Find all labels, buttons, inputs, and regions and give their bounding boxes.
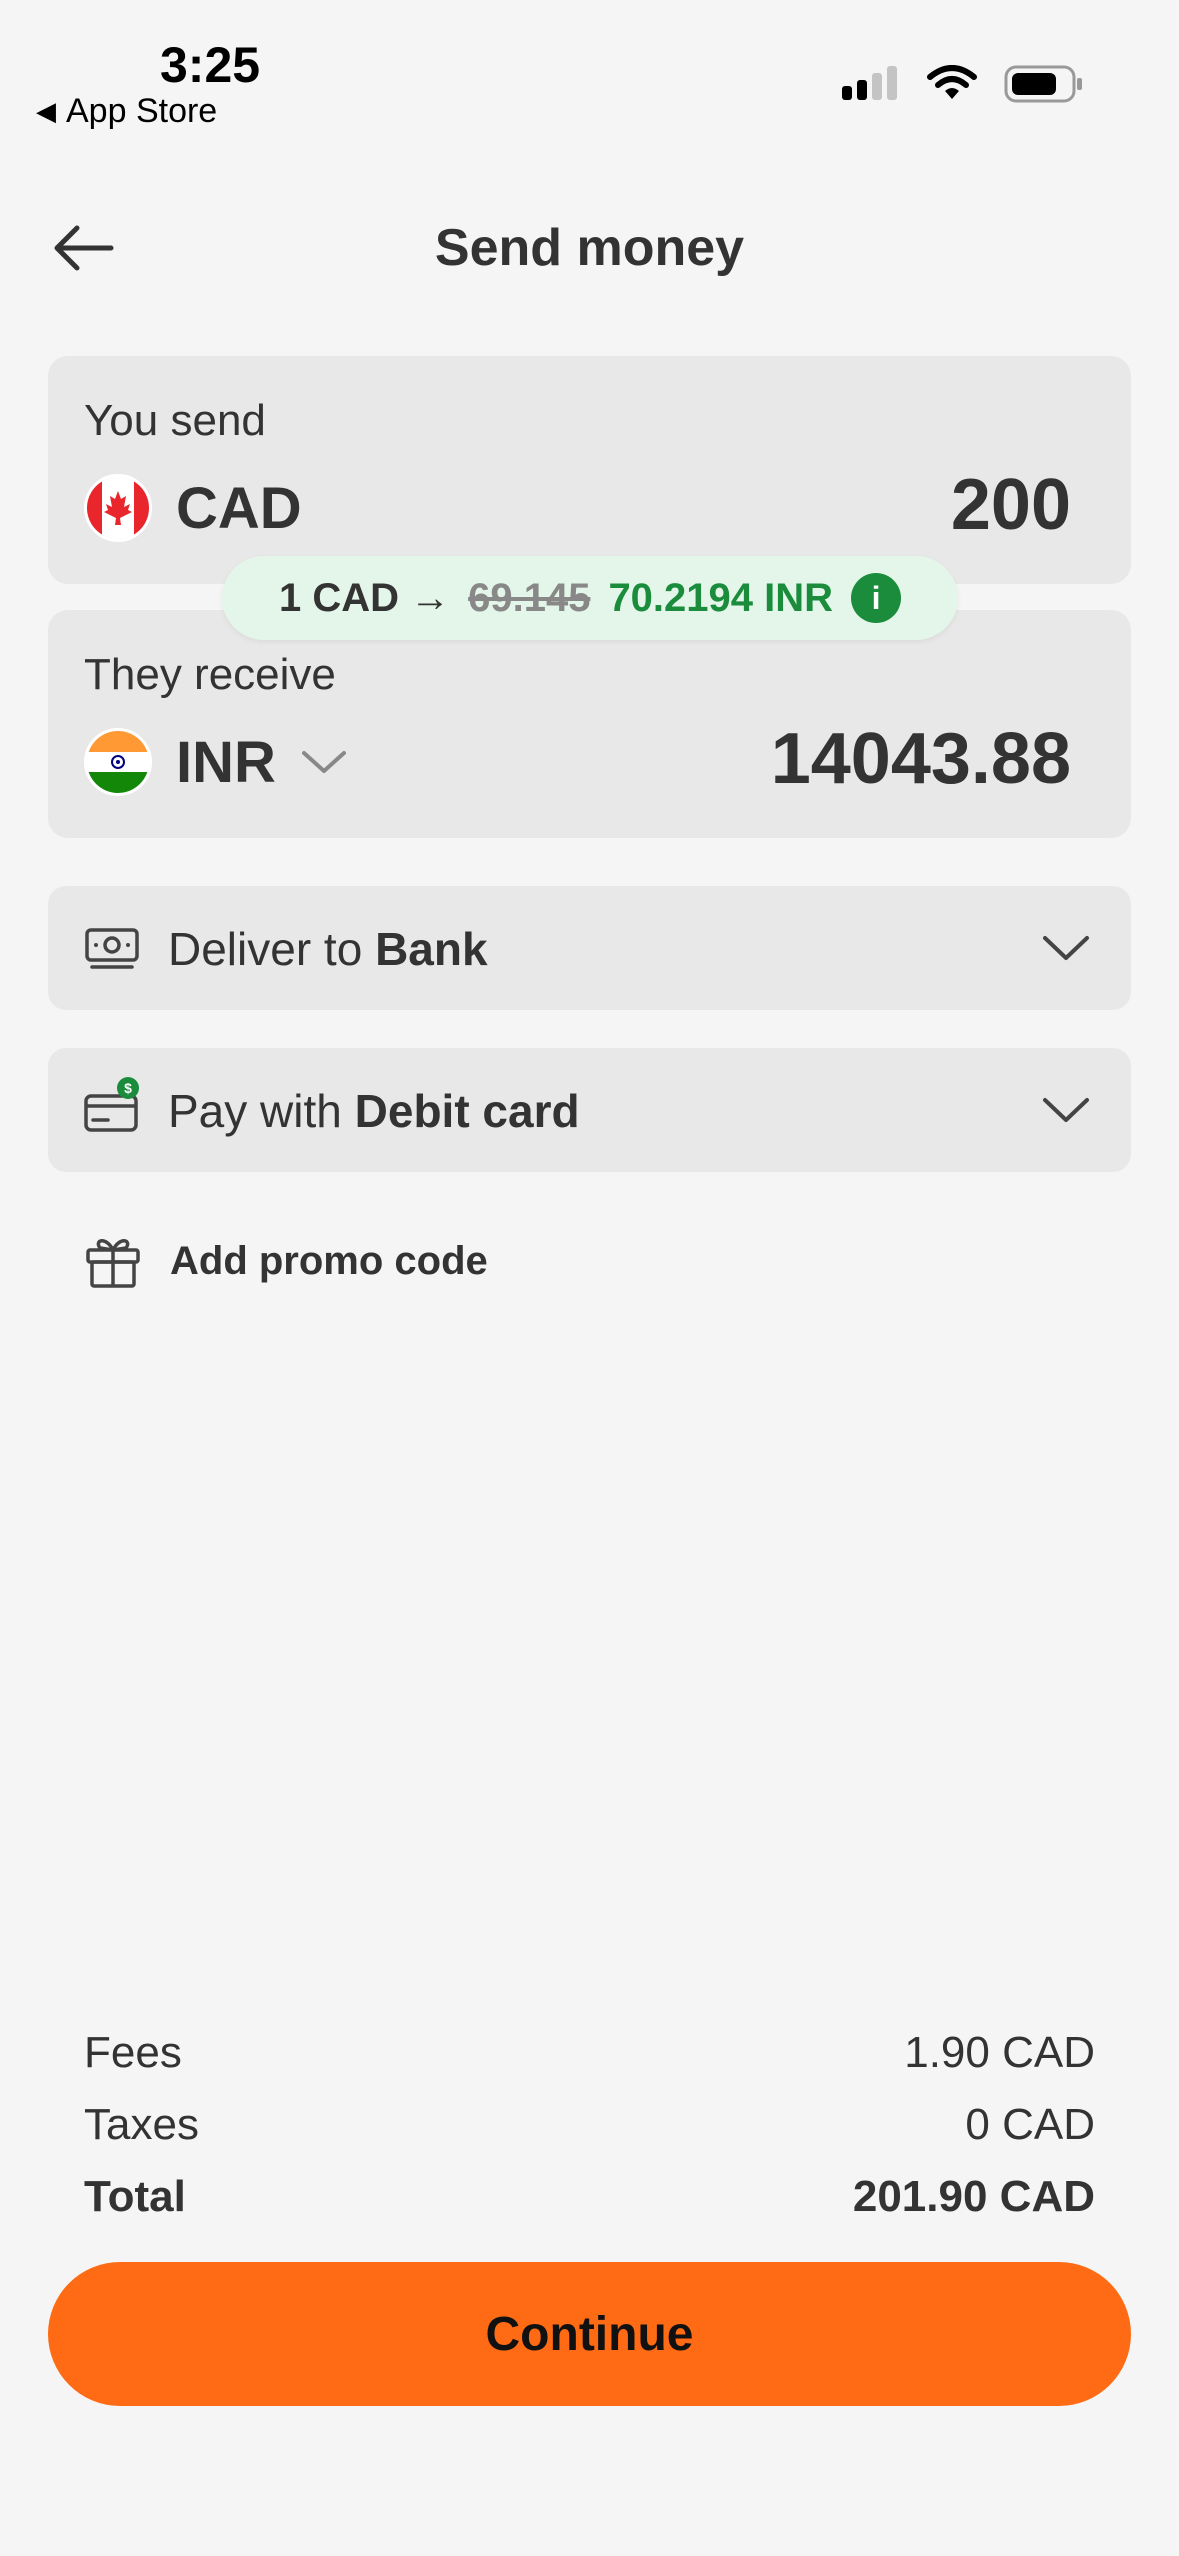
back-triangle-icon: ◀ <box>36 96 56 126</box>
total-row: Total 201.90 CAD <box>84 2172 1095 2222</box>
chevron-down-icon <box>301 751 346 773</box>
svg-text:$: $ <box>124 1080 132 1096</box>
canada-flag-icon <box>84 474 152 542</box>
rate-from: 1 CAD → <box>278 575 451 620</box>
signal-icon <box>842 66 897 100</box>
wifi-icon <box>927 65 977 99</box>
cash-icon <box>85 928 139 969</box>
send-currency[interactable]: CAD <box>84 474 302 542</box>
card-icon: $ <box>84 1077 139 1132</box>
india-flag-icon <box>84 728 152 796</box>
info-icon[interactable]: i <box>851 573 902 623</box>
receive-amount-card[interactable]: They receive INR 14043.88 <box>48 610 1131 838</box>
receive-amount-input[interactable]: 14043.88 <box>771 718 1071 800</box>
fees-row: Fees 1.90 CAD <box>84 2028 1095 2078</box>
pay-value: Debit card <box>354 1085 580 1137</box>
status-icons <box>842 64 1084 104</box>
total-value: 201.90 CAD <box>852 2172 1095 2221</box>
pay-text: Pay with Debit card <box>168 1084 580 1138</box>
chevron-down-icon <box>1043 936 1089 960</box>
total-label: Total <box>84 2172 186 2221</box>
exchange-rate-pill[interactable]: 1 CAD → 69.145 70.2194 INR i <box>222 556 958 640</box>
deliver-text: Deliver to Bank <box>168 922 488 976</box>
taxes-label: Taxes <box>84 2100 199 2149</box>
send-amount-input[interactable]: 200 <box>951 464 1071 546</box>
send-currency-code: CAD <box>176 475 302 541</box>
back-app-label: App Store <box>66 92 218 130</box>
rate-old: 69.145 <box>468 575 591 620</box>
back-to-app-store[interactable]: ◀ App Store <box>36 92 217 131</box>
chevron-down-icon <box>1043 1098 1089 1122</box>
fees-label: Fees <box>84 2028 182 2077</box>
pay-prefix: Pay with <box>168 1085 342 1137</box>
receive-currency-selector[interactable]: INR <box>84 728 348 796</box>
receive-label: They receive <box>84 650 336 699</box>
send-amount-card[interactable]: You send CAD 200 <box>48 356 1131 584</box>
send-label: You send <box>84 396 266 445</box>
taxes-row: Taxes 0 CAD <box>84 2100 1095 2150</box>
gift-icon <box>86 1239 140 1288</box>
taxes-value: 0 CAD <box>965 2100 1095 2149</box>
promo-label: Add promo code <box>170 1238 488 1283</box>
deliver-prefix: Deliver to <box>168 923 363 975</box>
deliver-value: Bank <box>375 923 488 975</box>
fees-value: 1.90 CAD <box>904 2028 1095 2077</box>
status-time: 3:25 <box>160 37 261 93</box>
rate-new: 70.2194 INR <box>608 575 834 620</box>
add-promo-code-button[interactable]: Add promo code <box>84 1232 488 1290</box>
deliver-method-selector[interactable]: Deliver to Bank <box>48 886 1131 1010</box>
continue-button[interactable]: Continue <box>48 2262 1131 2406</box>
payment-method-selector[interactable]: $ Pay with Debit card <box>48 1048 1131 1172</box>
receive-currency-code: INR <box>176 729 276 795</box>
battery-icon <box>1004 65 1082 103</box>
page-title: Send money <box>434 219 745 277</box>
